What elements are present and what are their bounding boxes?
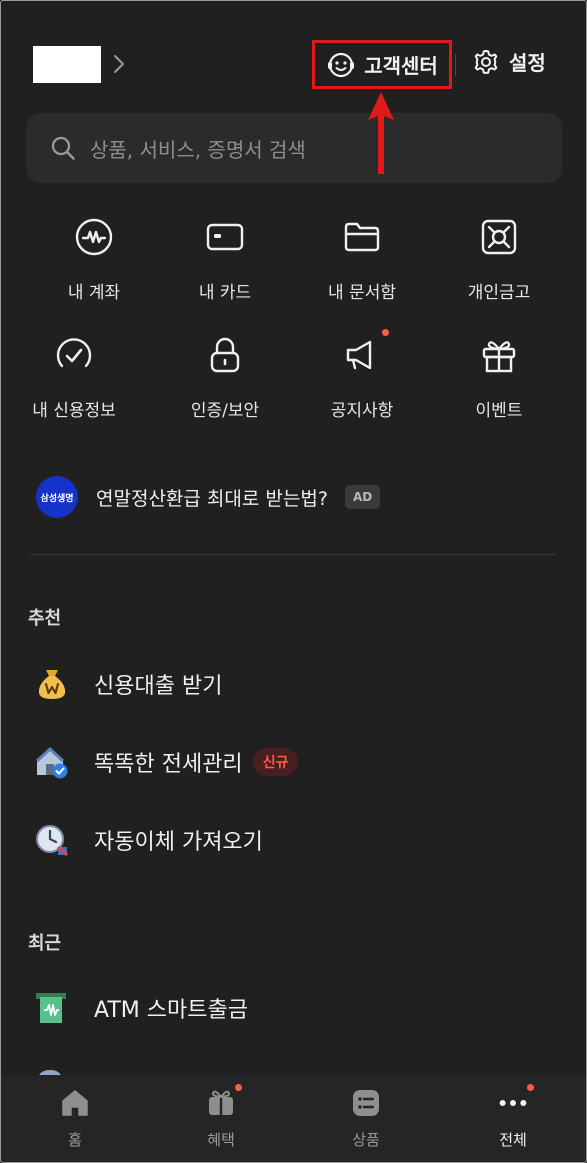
quick-menu-my-documents[interactable]: 내 문서함 [292, 215, 432, 303]
tab-home[interactable]: 홈 [35, 1087, 115, 1150]
header-divider [455, 54, 456, 76]
megaphone-icon [340, 329, 389, 377]
search-icon [51, 136, 75, 160]
quick-menu-label: 내 신용정보 [32, 401, 116, 421]
tab-label: 상품 [352, 1131, 380, 1149]
list-icon [350, 1087, 382, 1119]
lock-icon [203, 333, 247, 377]
tab-products[interactable]: 상품 [326, 1087, 406, 1150]
quick-menu-label: 공지사항 [330, 401, 394, 421]
recommended-item-label: 똑똑한 전세관리 [94, 752, 243, 777]
quick-menu-events[interactable]: 이벤트 [429, 333, 569, 421]
recommended-item-label: 자동이체 가져오기 [94, 830, 263, 855]
quick-menu-label: 내 계좌 [67, 283, 121, 303]
tab-all[interactable]: 전체 [473, 1084, 553, 1150]
quick-menu-my-account[interactable]: 내 계좌 [24, 215, 164, 303]
gift-box-icon [205, 1084, 242, 1119]
home-icon [59, 1087, 91, 1119]
account-icon [72, 215, 116, 259]
settings-label: 설정 [509, 51, 546, 75]
bottom-tab-bar: 홈 혜택 상품 전체 [0, 1075, 587, 1163]
quick-menu-personal-safe[interactable]: 개인금고 [429, 215, 569, 303]
recommended-item-credit-loan[interactable]: 신용대출 받기 [34, 666, 222, 702]
recent-item-label: ATM 스마트출금 [94, 998, 248, 1023]
recommended-item-import-autopay[interactable]: 자동이체 가져오기 [34, 822, 263, 858]
settings-button[interactable]: 설정 [472, 47, 546, 76]
safe-icon [477, 215, 521, 259]
ad-badge: AD [344, 485, 381, 509]
quick-menu-label: 개인금고 [467, 283, 531, 303]
atm-icon [34, 990, 70, 1026]
gear-icon [474, 49, 498, 74]
new-notification-dot [382, 329, 389, 336]
tab-label: 혜택 [207, 1131, 235, 1149]
money-bag-icon [34, 666, 70, 702]
quick-menu-label: 인증/보안 [190, 401, 260, 421]
customer-center-button[interactable]: 고객센터 [312, 40, 452, 89]
folder-icon [340, 215, 384, 259]
new-tag-badge: 신규 [252, 748, 299, 776]
recent-item-atm-smart-withdraw[interactable]: ATM 스마트출금 [34, 990, 248, 1026]
profile-name-redacted[interactable] [33, 46, 101, 83]
quick-menu-my-card[interactable]: 내 카드 [155, 215, 295, 303]
search-bar[interactable]: 상품, 서비스, 증명서 검색 [26, 113, 562, 183]
quick-menu-auth-security[interactable]: 인증/보안 [155, 333, 295, 421]
more-icon [497, 1084, 534, 1119]
smile-headset-icon [328, 52, 355, 77]
top-header: 고객센터 설정 [0, 0, 587, 100]
tab-label: 전체 [499, 1131, 527, 1149]
ad-banner[interactable]: 삼성생명 연말정산환급 최대로 받는법? AD [36, 476, 381, 518]
samsung-life-logo: 삼성생명 [36, 476, 78, 518]
new-notification-dot [527, 1084, 534, 1091]
search-placeholder: 상품, 서비스, 증명서 검색 [90, 137, 306, 162]
card-icon [203, 215, 247, 259]
quick-menu-label: 내 카드 [198, 283, 252, 303]
ad-text: 연말정산환급 최대로 받는법? [96, 487, 328, 510]
house-check-icon [34, 744, 70, 780]
quick-menu-my-credit-info[interactable]: 내 신용정보 [4, 333, 144, 421]
gift-icon [477, 333, 521, 377]
customer-center-label: 고객센터 [364, 54, 438, 78]
section-divider [30, 554, 556, 555]
recommended-item-label: 신용대출 받기 [94, 674, 223, 699]
tab-benefits[interactable]: 혜택 [181, 1084, 261, 1150]
quick-menu-label: 이벤트 [475, 401, 523, 421]
credit-gauge-icon [52, 333, 96, 377]
annotation-arrow-icon [368, 92, 394, 174]
new-notification-dot [235, 1084, 242, 1091]
clock-icon [34, 822, 70, 858]
recent-section-title: 최근 [28, 933, 62, 954]
tab-label: 홈 [68, 1131, 82, 1149]
recommended-item-smart-lease[interactable]: 똑똑한 전세관리 신규 [34, 744, 299, 780]
recommended-section-title: 추천 [28, 608, 62, 629]
quick-menu-label: 내 문서함 [328, 283, 396, 303]
quick-menu-notices[interactable]: 공지사항 [292, 329, 432, 421]
chevron-right-icon[interactable] [112, 53, 126, 75]
